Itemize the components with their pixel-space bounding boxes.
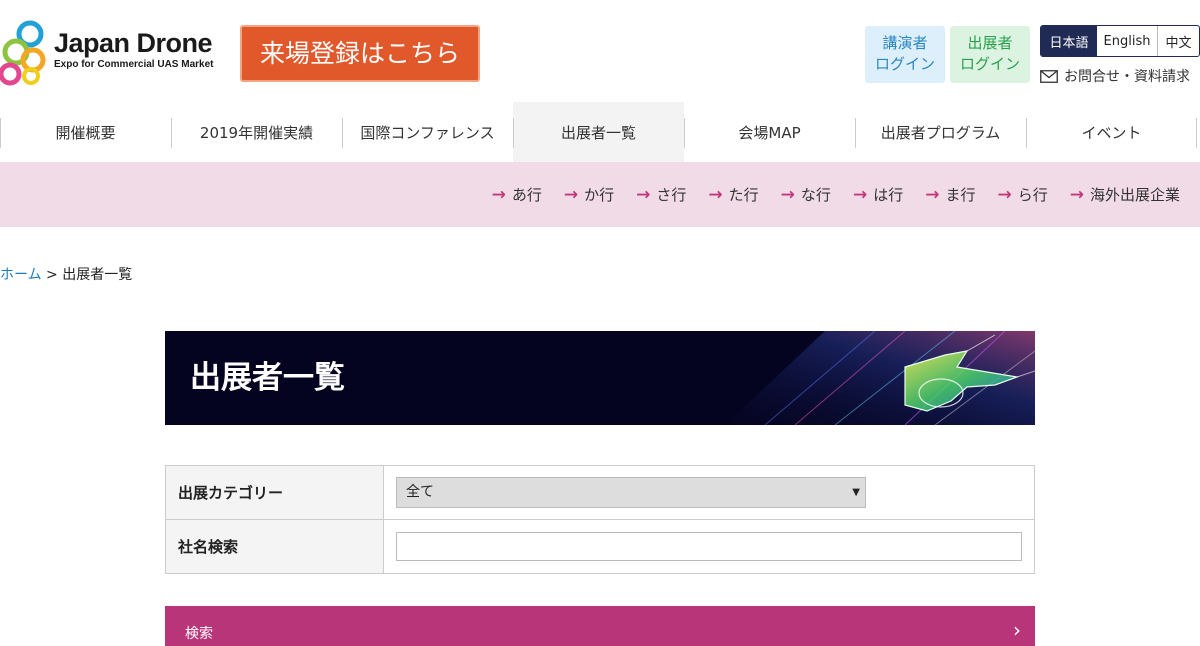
subnav-item-sa[interactable]: → さ行 [636, 184, 686, 205]
subnav-item-label: さ行 [656, 186, 687, 204]
exhibitor-login-button[interactable]: 出展者 ログイン [950, 26, 1030, 83]
category-row: 出展カテゴリー 全て ▼ [165, 465, 1035, 520]
category-label: 出展カテゴリー [165, 465, 384, 520]
arrow-right-icon: → [852, 184, 868, 205]
arrow-right-icon: → [1069, 184, 1084, 205]
breadcrumb-current: 出展者一覧 [62, 267, 133, 283]
breadcrumb-separator: > [41, 267, 63, 283]
lecturer-login-line2: ログイン [874, 55, 935, 73]
subnav-item-ra[interactable]: → ら行 [997, 184, 1047, 205]
subnav-item-label: か行 [584, 186, 615, 204]
nav-item-exhibitor-program[interactable]: 出展者プログラム [855, 102, 1026, 162]
logo-subtitle: Expo for Commercial UAS Market [54, 59, 214, 70]
company-cell [383, 519, 1035, 574]
company-name-input[interactable] [396, 532, 1022, 561]
arrow-right-icon: → [491, 184, 506, 205]
subnav-item-label: あ行 [511, 186, 542, 204]
company-row: 社名検索 [165, 519, 1035, 574]
exhibitor-search-form: 出展カテゴリー 全て ▼ 社名検索 [165, 465, 1035, 574]
subnav-item-label: 海外出展企業 [1089, 186, 1180, 204]
lecturer-login-line1: 講演者 [882, 34, 928, 52]
nav-item-conference[interactable]: 国際コンファレンス [342, 102, 513, 162]
subnav-item-label: な行 [800, 186, 831, 204]
contact-link[interactable]: お問合せ・資料請求 [1040, 66, 1190, 86]
lecturer-login-button[interactable]: 講演者 ログイン [865, 26, 945, 83]
nav-item-events[interactable]: イベント [1026, 102, 1197, 162]
subnav-item-ma[interactable]: → ま行 [925, 184, 975, 205]
exhibitor-login-line2: ログイン [959, 55, 1020, 73]
subnav-item-ka[interactable]: → か行 [564, 184, 614, 205]
lang-chinese[interactable]: 中文 [1158, 26, 1199, 56]
nav-divider [1196, 118, 1197, 148]
category-select-value: 全て [406, 484, 434, 500]
main-nav: 開催概要 2019年開催実績 国際コンファレンス 出展者一覧 会場MAP 出展者… [0, 102, 1200, 162]
contact-link-label: お問合せ・資料請求 [1064, 69, 1190, 85]
subnav-item-label: ま行 [945, 186, 976, 204]
category-cell: 全て ▼ [383, 465, 1035, 520]
arrow-right-icon: → [997, 184, 1012, 205]
subnav-item-ha[interactable]: → は行 [853, 184, 903, 205]
visitor-register-button[interactable]: 来場登録はこちら [240, 25, 480, 82]
search-button-label: 検索 [185, 626, 213, 642]
nav-item-2019-results[interactable]: 2019年開催実績 [171, 102, 342, 162]
subnav-item-label: は行 [873, 186, 904, 204]
subnav-item-a[interactable]: → あ行 [492, 184, 542, 205]
subnav-item-ta[interactable]: → た行 [708, 184, 758, 205]
arrow-right-icon: → [925, 184, 940, 205]
arrow-right-icon: → [636, 184, 651, 205]
nav-item-exhibitors[interactable]: 出展者一覧 [513, 102, 684, 162]
dropdown-caret-icon: ▼ [852, 487, 860, 498]
category-select[interactable]: 全て ▼ [396, 477, 866, 508]
kana-subnav: → あ行 → か行 → さ行 → た行 → な行 → は行 → ま行 → ら行 → 海外出展企業 [0, 162, 1200, 227]
arrow-right-icon: → [563, 184, 579, 205]
exhibitor-login-line1: 出展者 [967, 34, 1013, 52]
arrow-right-icon: → [708, 184, 723, 205]
arrow-right-icon: → [780, 184, 795, 205]
breadcrumb-home-link[interactable]: ホーム [0, 267, 42, 283]
page-banner: 出展者一覧 [165, 331, 1035, 425]
subnav-item-overseas[interactable]: → 海外出展企業 [1070, 184, 1180, 205]
breadcrumb: ホーム > 出展者一覧 [0, 264, 132, 284]
search-button[interactable]: 検索 › [165, 606, 1035, 646]
lang-japanese[interactable]: 日本語 [1041, 26, 1097, 56]
subnav-item-label: た行 [728, 186, 759, 204]
language-switcher: 日本語 English 中文 [1040, 25, 1200, 57]
logo-title: Japan Drone [54, 28, 213, 58]
company-label: 社名検索 [165, 519, 384, 574]
drone-illustration [725, 331, 1035, 425]
nav-item-overview[interactable]: 開催概要 [0, 102, 171, 162]
nav-item-venue-map[interactable]: 会場MAP [684, 102, 855, 162]
mail-icon [1040, 69, 1058, 83]
page-title: 出展者一覧 [190, 360, 345, 396]
chevron-right-icon: › [1013, 618, 1021, 642]
subnav-item-na[interactable]: → な行 [781, 184, 831, 205]
lang-english[interactable]: English [1097, 26, 1158, 56]
subnav-item-label: ら行 [1017, 186, 1048, 204]
